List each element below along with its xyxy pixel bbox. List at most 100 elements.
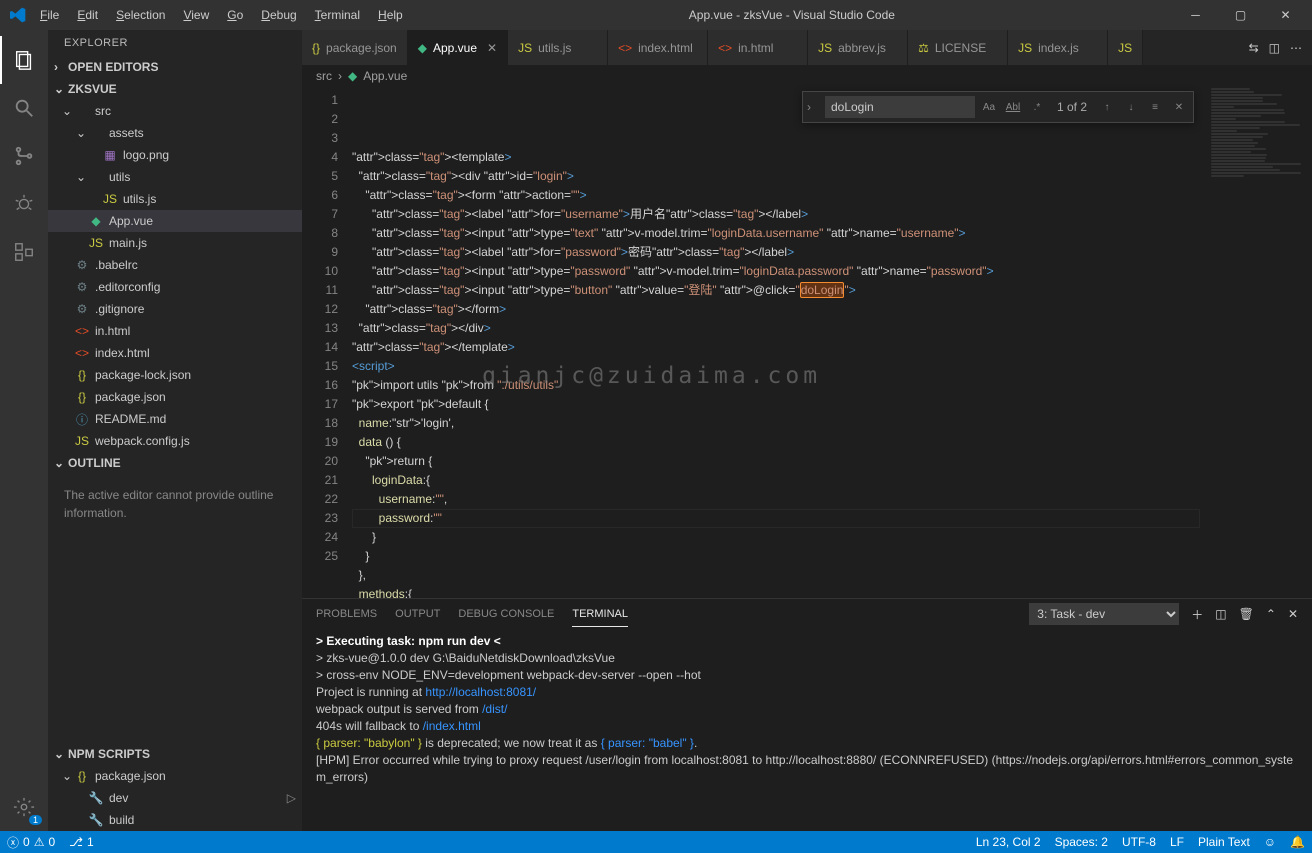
minimap[interactable] xyxy=(1207,87,1312,598)
tree-item-index-html[interactable]: <>index.html xyxy=(48,342,302,364)
html-icon: <> xyxy=(74,323,90,339)
breadcrumb[interactable]: src›◆ App.vue xyxy=(302,65,1312,87)
breadcrumb-src[interactable]: src xyxy=(316,69,332,83)
tree-item-App-vue[interactable]: ◆App.vue xyxy=(48,210,302,232)
npm-script-build[interactable]: 🔧build xyxy=(48,809,302,831)
tree-item-logo-png[interactable]: ▦logo.png xyxy=(48,144,302,166)
find-selection-icon[interactable]: ≡ xyxy=(1145,97,1165,117)
find-close-icon[interactable]: ✕ xyxy=(1169,97,1189,117)
menu-file[interactable]: File xyxy=(32,5,67,25)
tab-overflow[interactable]: JS xyxy=(1108,30,1143,65)
window-title: App.vue - zksVue - Visual Studio Code xyxy=(411,8,1173,22)
menu-debug[interactable]: Debug xyxy=(253,5,304,25)
npm-root[interactable]: ⌄{}package.json xyxy=(48,765,302,787)
regex-icon[interactable]: .* xyxy=(1027,97,1047,117)
find-input[interactable] xyxy=(825,96,975,118)
menu-help[interactable]: Help xyxy=(370,5,411,25)
find-prev-icon[interactable]: ↑ xyxy=(1097,97,1117,117)
find-toggle-icon[interactable]: › xyxy=(807,100,821,114)
split-editor-icon[interactable]: ◫ xyxy=(1269,41,1280,55)
close-icon[interactable]: ✕ xyxy=(487,41,497,55)
tree-item-utils-js[interactable]: JSutils.js xyxy=(48,188,302,210)
npm-script-dev[interactable]: 🔧dev▷ xyxy=(48,787,302,809)
editor-body[interactable]: › Aa Abl .* 1 of 2 ↑ ↓ ≡ ✕ 1234567891011… xyxy=(302,87,1312,598)
status-spaces[interactable]: Spaces: 2 xyxy=(1048,835,1115,849)
menu-selection[interactable]: Selection xyxy=(108,5,173,25)
run-icon[interactable]: ▷ xyxy=(287,791,296,805)
status-eol[interactable]: LF xyxy=(1163,835,1191,849)
tab-index-js[interactable]: JSindex.js xyxy=(1008,30,1108,65)
section-project[interactable]: ⌄ZKSVUE xyxy=(48,78,302,100)
panel-tab-terminal[interactable]: TERMINAL xyxy=(572,602,628,627)
tab-package-json[interactable]: {}package.json xyxy=(302,30,408,65)
file-tree: ⌄src⌄assets▦logo.png⌄utilsJSutils.js◆App… xyxy=(48,100,302,452)
tree-item-assets[interactable]: ⌄assets xyxy=(48,122,302,144)
find-next-icon[interactable]: ↓ xyxy=(1121,97,1141,117)
panel-maximize-icon[interactable]: ⌃ xyxy=(1266,607,1276,621)
explorer-icon[interactable] xyxy=(0,36,48,84)
minimize-button[interactable]: ─ xyxy=(1173,0,1218,30)
panel-close-icon[interactable]: ✕ xyxy=(1288,607,1298,621)
status-bar: ⓧ 0 ⚠ 0 ⎇ 1 Ln 23, Col 2 Spaces: 2 UTF-8… xyxy=(0,831,1312,853)
tree-item-src[interactable]: ⌄src xyxy=(48,100,302,122)
tab-App-vue[interactable]: ◆App.vue✕ xyxy=(408,30,508,65)
npm-tree: ⌄{}package.json🔧dev▷🔧build xyxy=(48,765,302,831)
compare-changes-icon[interactable]: ⇆ xyxy=(1249,41,1259,55)
tree-item-main-js[interactable]: JSmain.js xyxy=(48,232,302,254)
tree-item-in-html[interactable]: <> in.html xyxy=(48,320,302,342)
tab-utils-js[interactable]: JSutils.js xyxy=(508,30,608,65)
breadcrumb-App.vue[interactable]: App.vue xyxy=(363,69,407,83)
section-npm-scripts[interactable]: ⌄NPM SCRIPTS xyxy=(48,743,302,765)
html-icon: <> xyxy=(718,41,732,55)
panel-tab-debug-console[interactable]: DEBUG CONSOLE xyxy=(458,602,554,626)
source-control-icon[interactable] xyxy=(0,132,48,180)
tree-item-utils[interactable]: ⌄utils xyxy=(48,166,302,188)
menu-go[interactable]: Go xyxy=(219,5,251,25)
more-icon[interactable]: ⋯ xyxy=(1290,41,1302,55)
tab-in-html[interactable]: <>in.html xyxy=(708,30,808,65)
status-encoding[interactable]: UTF-8 xyxy=(1115,835,1163,849)
match-word-icon[interactable]: Abl xyxy=(1003,97,1023,117)
status-bell-icon[interactable]: 🔔 xyxy=(1283,835,1312,849)
tree-item-package-lock-json[interactable]: {}package-lock.json xyxy=(48,364,302,386)
new-terminal-icon[interactable]: ＋ xyxy=(1191,606,1203,623)
status-git[interactable]: ⎇ 1 xyxy=(62,831,101,853)
tree-item-webpack-config-js[interactable]: JSwebpack.config.js xyxy=(48,430,302,452)
menu-view[interactable]: View xyxy=(175,5,217,25)
tree-label: in.html xyxy=(95,324,130,338)
terminal-output[interactable]: > Executing task: npm run dev <> zks-vue… xyxy=(302,629,1312,831)
panel-tab-problems[interactable]: PROBLEMS xyxy=(316,602,377,626)
tree-item--editorconfig[interactable]: ⚙.editorconfig xyxy=(48,276,302,298)
match-case-icon[interactable]: Aa xyxy=(979,97,999,117)
tree-item-README-md[interactable]: ⓘREADME.md xyxy=(48,408,302,430)
status-feedback-icon[interactable]: ☺ xyxy=(1257,835,1283,849)
menu-terminal[interactable]: Terminal xyxy=(307,5,368,25)
settings-icon[interactable]: 1 xyxy=(0,783,48,831)
tree-item-package-json[interactable]: {}package.json xyxy=(48,386,302,408)
terminal-selector[interactable]: 3: Task - dev xyxy=(1029,603,1179,625)
menu-edit[interactable]: Edit xyxy=(69,5,106,25)
section-outline[interactable]: ⌄OUTLINE xyxy=(48,452,302,474)
status-position[interactable]: Ln 23, Col 2 xyxy=(969,835,1048,849)
section-open-editors[interactable]: ›OPEN EDITORS xyxy=(48,56,302,78)
status-errors[interactable]: ⓧ 0 ⚠ 0 xyxy=(0,831,62,853)
tab-index-html[interactable]: <>index.html xyxy=(608,30,708,65)
tab-abbrev-js[interactable]: JSabbrev.js xyxy=(808,30,908,65)
extensions-icon[interactable] xyxy=(0,228,48,276)
html-icon: <> xyxy=(74,345,90,361)
debug-icon[interactable] xyxy=(0,180,48,228)
maximize-button[interactable]: ▢ xyxy=(1218,0,1263,30)
split-terminal-icon[interactable]: ◫ xyxy=(1215,607,1226,621)
search-icon[interactable] xyxy=(0,84,48,132)
code-content[interactable]: qianjc@zuidaima.com "attr">class="tag"><… xyxy=(352,87,1312,598)
tab-LICENSE[interactable]: ⚖LICENSE xyxy=(908,30,1008,65)
activity-bar: 1 xyxy=(0,30,48,831)
tree-item--gitignore[interactable]: ⚙.gitignore xyxy=(48,298,302,320)
close-button[interactable]: ✕ xyxy=(1263,0,1308,30)
status-language[interactable]: Plain Text xyxy=(1191,835,1257,849)
vscode-logo-icon xyxy=(10,7,26,23)
kill-terminal-icon[interactable]: 🗑 xyxy=(1239,607,1254,621)
folder-icon xyxy=(88,125,104,141)
tree-item--babelrc[interactable]: ⚙.babelrc xyxy=(48,254,302,276)
panel-tab-output[interactable]: OUTPUT xyxy=(395,602,440,626)
